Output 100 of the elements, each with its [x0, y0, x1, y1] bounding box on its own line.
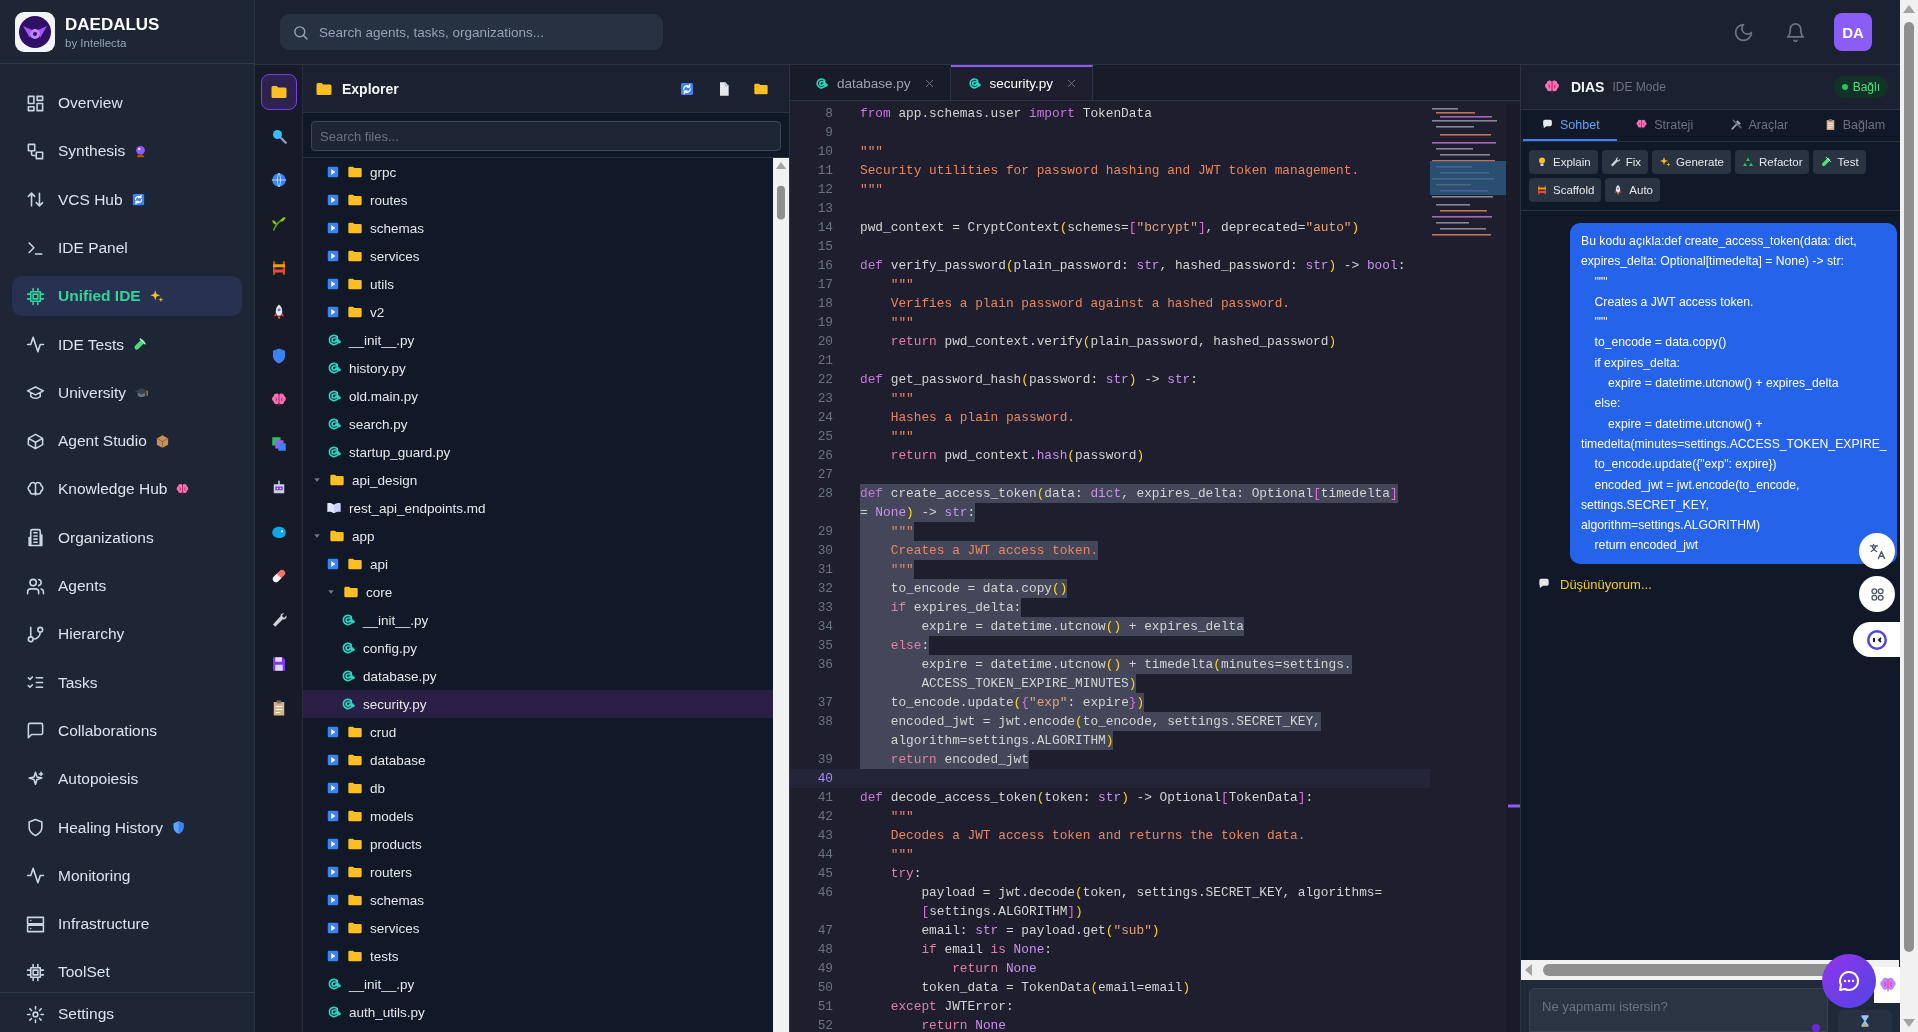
package-icon [154, 433, 170, 449]
nav-item[interactable]: Agents [12, 566, 242, 607]
file-item[interactable]: old.main.py [303, 382, 773, 410]
folder-item[interactable]: routers [303, 858, 773, 886]
book-icon [326, 500, 342, 516]
brain-button[interactable] [1874, 967, 1900, 1003]
folder-item[interactable]: services [303, 914, 773, 942]
nav-item[interactable]: VCS Hub [12, 179, 242, 220]
folder-item[interactable]: tests [303, 942, 773, 970]
nav-item[interactable]: Organizations [12, 517, 242, 558]
nav-item[interactable]: Knowledge Hub [12, 469, 242, 510]
scrollbar[interactable] [773, 158, 789, 1032]
file-item[interactable]: database.py [303, 662, 773, 690]
line-number: 47 [817, 923, 833, 938]
folder-item[interactable]: app [303, 522, 773, 550]
line-number: 20 [817, 334, 833, 349]
line-number: 50 [817, 980, 833, 995]
code-line: """ [889, 846, 914, 864]
folder-item[interactable]: services [303, 242, 773, 270]
nav-item[interactable]: Overview [12, 83, 242, 124]
folder-item[interactable]: schemas [303, 886, 773, 914]
editor-tab[interactable]: security.py [950, 65, 1094, 100]
folder-icon [347, 752, 363, 768]
folder-item[interactable]: database [303, 746, 773, 774]
workflow-icon [26, 141, 45, 161]
nav-item[interactable]: Unified IDE [12, 276, 242, 317]
nav-item[interactable]: Agent Studio [12, 421, 242, 462]
folder-item[interactable]: schemas [303, 214, 773, 242]
assistant-tab[interactable]: Strateji [1617, 110, 1712, 141]
action-button[interactable]: Generate [1652, 150, 1731, 174]
folder-item[interactable]: api_design [303, 466, 773, 494]
brain-icon [1635, 118, 1649, 131]
nav-item[interactable]: IDE Panel [12, 228, 242, 268]
file-item[interactable]: __init__.py [303, 326, 773, 354]
action-button[interactable]: Refactor [1735, 150, 1810, 174]
nav-item[interactable]: Collaborations [12, 710, 242, 751]
assistant-tab[interactable]: Araçlar [1711, 110, 1806, 141]
nav-item[interactable]: Healing History [12, 807, 242, 848]
folder-item[interactable]: models [303, 802, 773, 830]
nav-item[interactable]: Hierarchy [12, 614, 242, 655]
action-button[interactable]: Auto [1605, 178, 1661, 202]
refresh-icon [679, 80, 695, 97]
scrollbar[interactable] [1900, 0, 1918, 1032]
nav-item[interactable]: Tasks [12, 662, 242, 703]
folder-item[interactable]: core [303, 578, 773, 606]
file-item[interactable]: config.py [303, 634, 773, 662]
action-button[interactable]: Fix [1601, 150, 1649, 174]
folder-item[interactable]: grpc [303, 158, 773, 186]
folder-item[interactable]: crud [303, 718, 773, 746]
assistant-tab[interactable]: Bağlam [1805, 110, 1900, 141]
chip-icon [26, 286, 45, 306]
file-item[interactable]: search.py [303, 410, 773, 438]
hourglass-button[interactable] [1838, 1010, 1892, 1032]
action-button[interactable]: Explain [1529, 150, 1598, 174]
folder-item[interactable]: db [303, 774, 773, 802]
file-item[interactable]: auth_utils.py [303, 998, 773, 1026]
code-line: """ [889, 808, 914, 826]
nav-item[interactable]: Synthesis [12, 131, 242, 172]
search-field[interactable]: Search agents, tasks, organizations... [280, 14, 663, 50]
folder-item[interactable]: products [303, 830, 773, 858]
folder-item[interactable]: v2 [303, 298, 773, 326]
apps-button[interactable] [1859, 576, 1895, 612]
translate-icon [1867, 541, 1887, 561]
code-line: pwd_context = CryptContext(schemes=["bcrypt"], deprecated="auto") [860, 219, 1360, 237]
user-avatar[interactable]: DA [1834, 13, 1872, 51]
nav-item[interactable]: Settings [12, 999, 242, 1030]
assistant-button[interactable] [1853, 622, 1900, 657]
assistant-tab[interactable]: Sohbet [1523, 110, 1618, 141]
file-search-field[interactable]: Search files... [311, 121, 781, 151]
nav-item[interactable]: IDE Tests [12, 324, 242, 365]
code-line: if email is None: [920, 941, 1052, 959]
folder-item[interactable]: api [303, 550, 773, 578]
line-number: 9 [825, 125, 833, 140]
nav-item[interactable]: ToolSet [12, 952, 242, 993]
line-number: 40 [817, 771, 833, 786]
action-button[interactable]: Test [1813, 150, 1866, 174]
file-item[interactable]: startup_guard.py [303, 438, 773, 466]
nav-item[interactable]: Infrastructure [12, 904, 242, 945]
nav-item[interactable]: University [12, 372, 242, 413]
editor-tab[interactable]: database.py [798, 65, 951, 100]
file-item[interactable]: __init__.py [303, 606, 773, 634]
code-line: email: str = payload.get("sub") [920, 922, 1160, 940]
activity-button[interactable] [260, 74, 297, 110]
message-field[interactable]: Ne yapmamı istersin? [1529, 988, 1829, 1032]
sparkle-icon [148, 288, 164, 304]
logo-icon [15, 11, 55, 52]
action-button[interactable]: Scaffold [1529, 178, 1602, 202]
nav-item[interactable]: Monitoring [12, 855, 242, 896]
speech-bubble-icon [1541, 118, 1554, 131]
nav-item[interactable]: Autopoiesis [12, 759, 242, 800]
file-item[interactable]: __init__.py [303, 970, 773, 998]
folder-item[interactable]: routes [303, 186, 773, 214]
line-number: 43 [817, 828, 833, 843]
code-line: def verify_password(plain_password: str, hashed_password: str) -> bool: [860, 257, 1406, 275]
file-item[interactable]: rest_api_endpoints.md [303, 494, 773, 522]
file-item[interactable]: security.py [303, 690, 773, 718]
file-item[interactable]: history.py [303, 354, 773, 382]
branch-icon [26, 624, 45, 644]
folder-item[interactable]: utils [303, 270, 773, 298]
folder-icon [347, 808, 363, 824]
